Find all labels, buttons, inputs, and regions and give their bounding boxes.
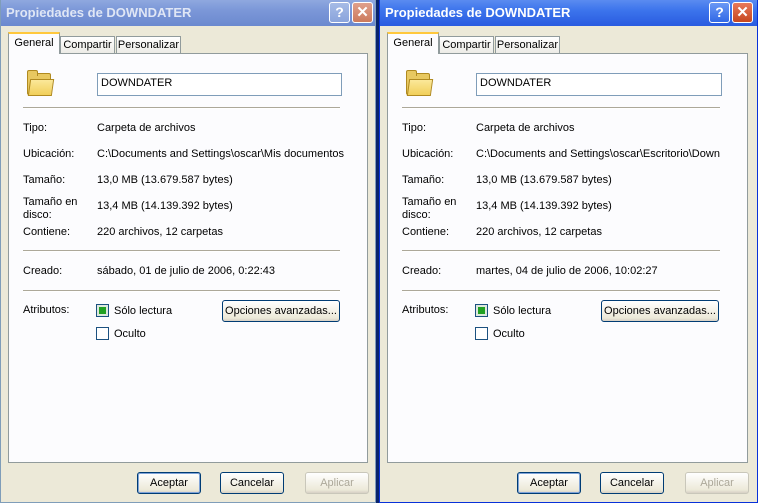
tipo-value: Carpeta de archivos xyxy=(476,122,575,134)
title-bar[interactable]: Propiedades de DOWNDATER ? ✕ xyxy=(1,0,375,26)
cancelar-button[interactable]: Cancelar xyxy=(600,472,664,494)
ubicacion-label: Ubicación: xyxy=(23,148,75,160)
close-button[interactable]: ✕ xyxy=(732,2,753,23)
aplicar-button[interactable]: Aplicar xyxy=(305,472,369,494)
tab-general[interactable]: General xyxy=(8,32,60,54)
tamano-disco-value: 13,4 MB (14.139.392 bytes) xyxy=(476,200,612,212)
tamano-label: Tamaño: xyxy=(23,174,66,186)
aceptar-button[interactable]: Aceptar xyxy=(137,472,201,494)
creado-label: Creado: xyxy=(402,265,442,277)
tipo-value: Carpeta de archivos xyxy=(97,122,196,134)
separator xyxy=(402,107,720,109)
contiene-label: Contiene: xyxy=(23,226,71,238)
tamano-label: Tamaño: xyxy=(402,174,445,186)
solo-lectura-checkbox[interactable] xyxy=(96,304,109,317)
separator xyxy=(402,290,720,292)
tamano-value: 13,0 MB (13.679.587 bytes) xyxy=(476,174,612,186)
solo-lectura-label[interactable]: Sólo lectura xyxy=(114,305,172,317)
tab-compartir[interactable]: Compartir xyxy=(439,36,494,53)
creado-label: Creado: xyxy=(23,265,63,277)
oculto-label[interactable]: Oculto xyxy=(493,328,525,340)
folder-name-input[interactable]: DOWNDATER xyxy=(476,73,722,96)
creado-value: sábado, 01 de julio de 2006, 0:22:43 xyxy=(97,265,275,277)
tipo-label: Tipo: xyxy=(402,122,427,134)
tab-compartir[interactable]: Compartir xyxy=(60,36,115,53)
tab-general[interactable]: General xyxy=(387,32,439,54)
close-button[interactable]: ✕ xyxy=(352,2,373,23)
solo-lectura-label[interactable]: Sólo lectura xyxy=(493,305,551,317)
tamano-disco-value: 13,4 MB (14.139.392 bytes) xyxy=(97,200,233,212)
folder-name-input[interactable]: DOWNDATER xyxy=(97,73,342,96)
contiene-value: 220 archivos, 12 carpetas xyxy=(97,226,223,238)
oculto-checkbox[interactable] xyxy=(96,327,109,340)
oculto-checkbox[interactable] xyxy=(475,327,488,340)
advanced-options-button[interactable]: Opciones avanzadas... xyxy=(222,300,340,322)
properties-dialog-1: Propiedades de DOWNDATER ? ✕ General Com… xyxy=(0,0,376,503)
ubicacion-label: Ubicación: xyxy=(402,148,454,160)
atributos-label: Atributos: xyxy=(402,304,449,316)
advanced-options-button[interactable]: Opciones avanzadas... xyxy=(601,300,719,322)
aceptar-button[interactable]: Aceptar xyxy=(517,472,581,494)
help-button[interactable]: ? xyxy=(329,2,350,23)
tamano-disco-label: Tamaño en disco: xyxy=(23,196,78,221)
window-title: Propiedades de DOWNDATER xyxy=(6,5,192,20)
folder-icon xyxy=(405,70,434,96)
oculto-label[interactable]: Oculto xyxy=(114,328,146,340)
cancelar-button[interactable]: Cancelar xyxy=(220,472,284,494)
tipo-label: Tipo: xyxy=(23,122,48,134)
general-panel: DOWNDATER Tipo: Carpeta de archivos Ubic… xyxy=(387,53,748,463)
properties-dialog-2: Propiedades de DOWNDATER ? ✕ General Com… xyxy=(379,0,758,503)
separator xyxy=(402,250,720,252)
tab-personalizar[interactable]: Personalizar xyxy=(495,36,560,53)
separator xyxy=(23,107,340,109)
ubicacion-value: C:\Documents and Settings\oscar\Mis docu… xyxy=(97,148,345,160)
tab-personalizar[interactable]: Personalizar xyxy=(116,36,181,53)
tamano-disco-label: Tamaño en disco: xyxy=(402,196,457,221)
folder-icon xyxy=(26,70,55,96)
window-title: Propiedades de DOWNDATER xyxy=(385,5,571,20)
contiene-value: 220 archivos, 12 carpetas xyxy=(476,226,602,238)
separator xyxy=(23,290,340,292)
help-button[interactable]: ? xyxy=(709,2,730,23)
atributos-label: Atributos: xyxy=(23,304,70,316)
contiene-label: Contiene: xyxy=(402,226,450,238)
tamano-value: 13,0 MB (13.679.587 bytes) xyxy=(97,174,233,186)
aplicar-button[interactable]: Aplicar xyxy=(685,472,749,494)
separator xyxy=(23,250,340,252)
creado-value: martes, 04 de julio de 2006, 10:02:27 xyxy=(476,265,658,277)
title-bar[interactable]: Propiedades de DOWNDATER ? ✕ xyxy=(380,0,757,26)
solo-lectura-checkbox[interactable] xyxy=(475,304,488,317)
general-panel: DOWNDATER Tipo: Carpeta de archivos Ubic… xyxy=(8,53,368,463)
ubicacion-value: C:\Documents and Settings\oscar\Escritor… xyxy=(476,148,720,160)
